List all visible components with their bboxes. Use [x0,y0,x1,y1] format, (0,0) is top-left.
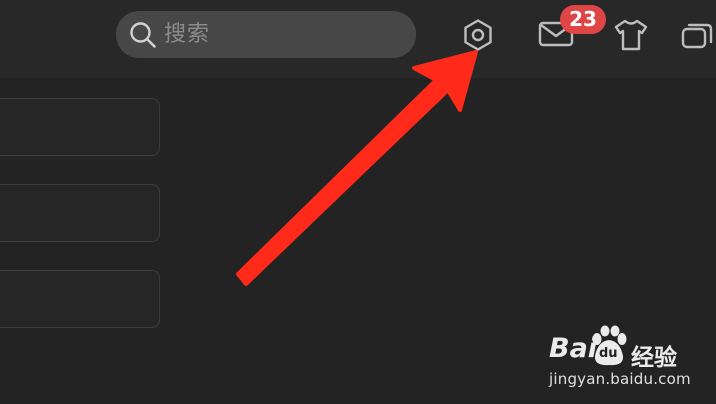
search-input[interactable]: 搜索 [116,11,416,58]
watermark-paw-text: du [599,346,618,361]
search-placeholder: 搜索 [164,22,211,47]
mail-badge-count: 23 [560,5,606,34]
watermark-url: jingyan.baidu.com [549,370,691,388]
list-item[interactable] [0,184,160,242]
list-item[interactable] [0,98,160,156]
tshirt-icon[interactable] [613,18,649,52]
gear-icon[interactable] [460,17,496,53]
top-toolbar: 搜索 23 [0,0,716,78]
baidu-jingyan-watermark: Bai du 经验 jingyan.baidu.com [545,325,705,395]
list-item[interactable] [0,270,160,328]
watermark-brand-suffix: 经验 [631,345,677,371]
windows-icon[interactable] [680,20,716,50]
search-icon [130,22,156,48]
